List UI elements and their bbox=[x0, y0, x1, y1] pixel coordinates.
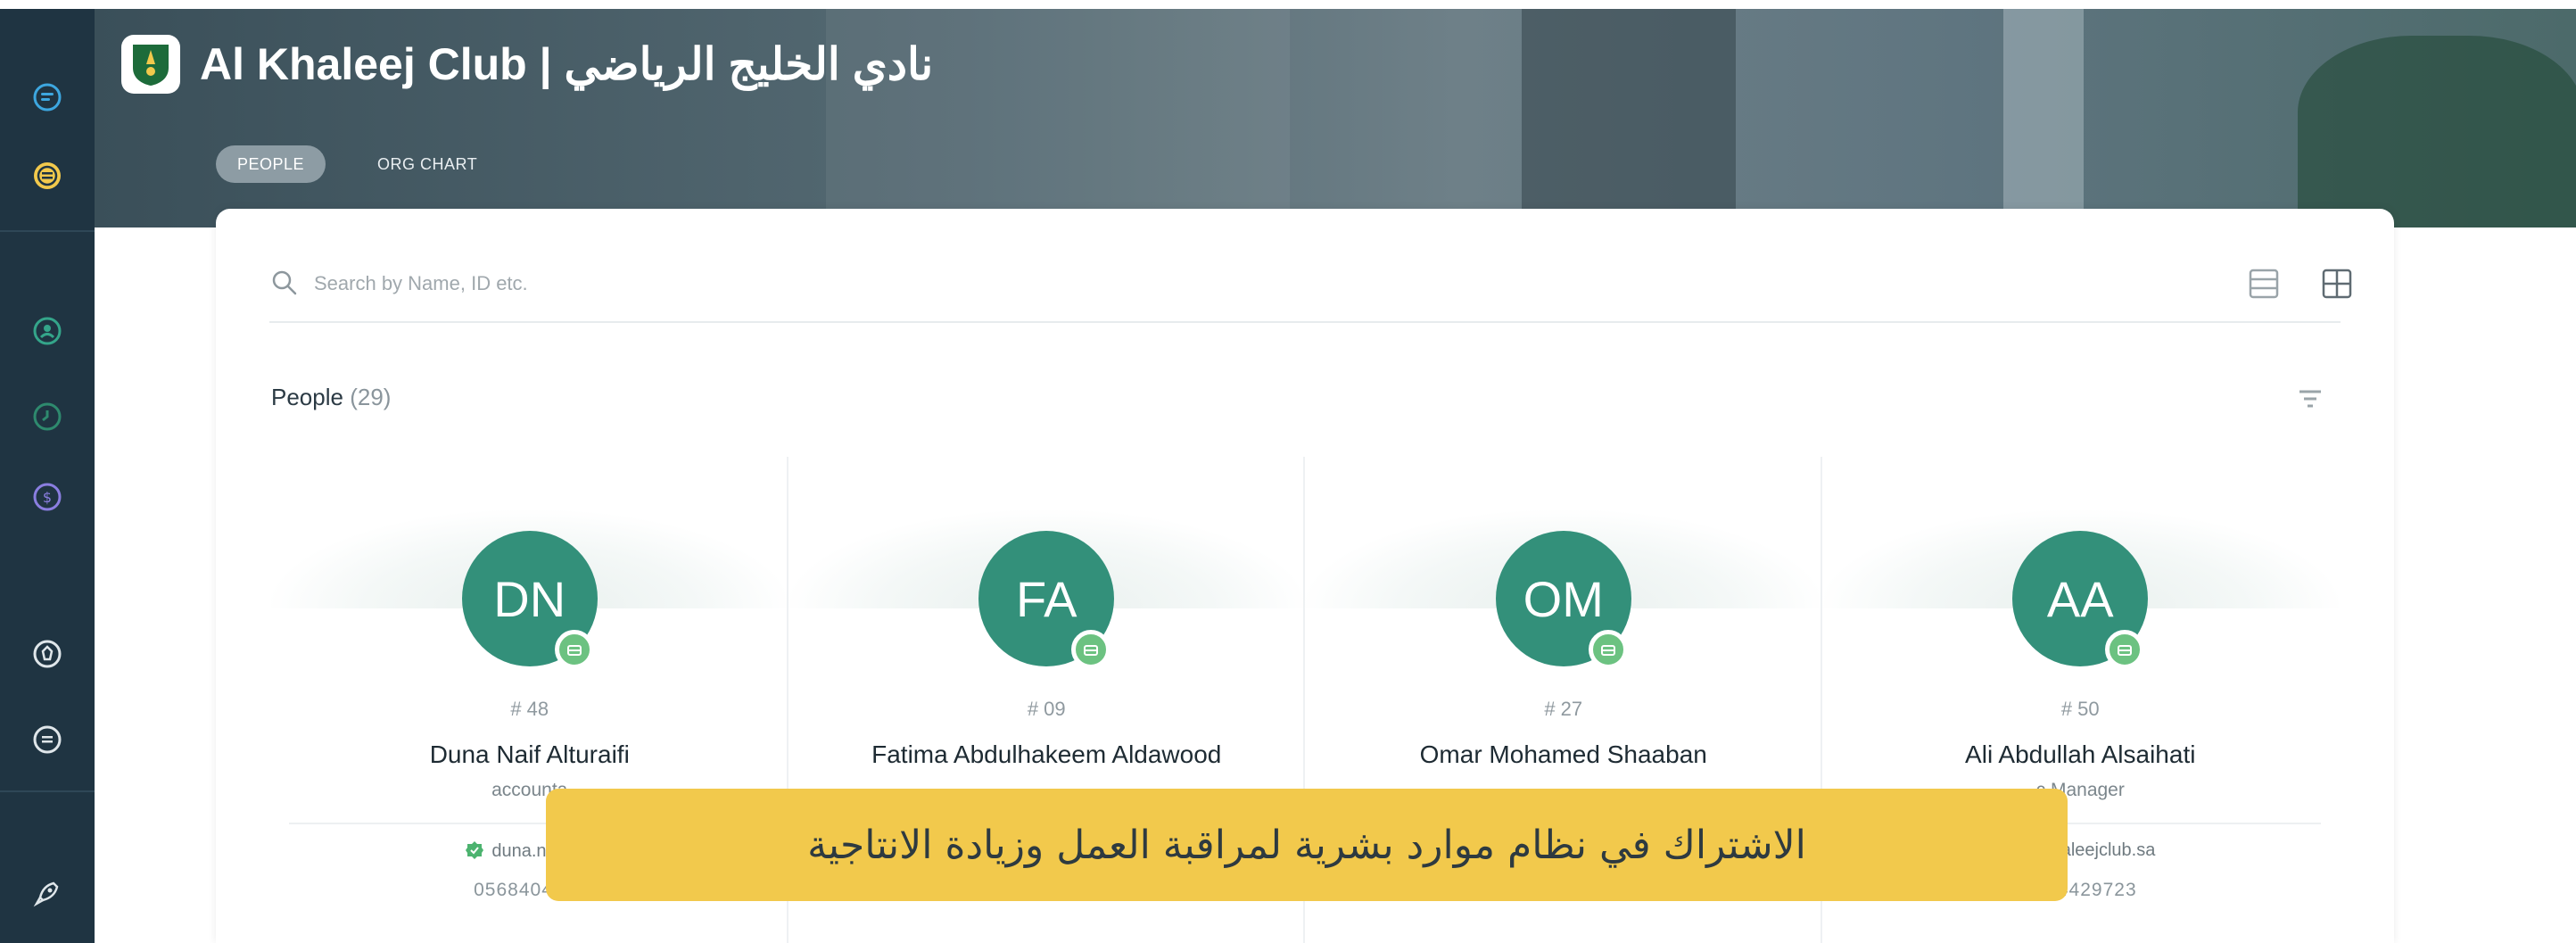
chat-icon[interactable] bbox=[32, 82, 62, 112]
briefcase-icon bbox=[2118, 645, 2133, 656]
page-tabs: PEOPLE ORG CHART bbox=[216, 145, 499, 183]
sidebar-rail: $ bbox=[0, 0, 95, 943]
club-logo-icon bbox=[121, 35, 180, 94]
tab-people[interactable]: PEOPLE bbox=[216, 145, 326, 183]
search-bar bbox=[269, 262, 2352, 323]
page-title: Al Khaleej Club | نادي الخليج الرياضي bbox=[121, 35, 934, 94]
banner-background bbox=[2298, 36, 2576, 227]
people-count: (29) bbox=[350, 384, 392, 410]
banner-background bbox=[1522, 9, 1736, 227]
document-icon[interactable] bbox=[32, 724, 62, 755]
club-name: Al Khaleej Club | نادي الخليج الرياضي bbox=[200, 39, 934, 89]
search-input[interactable] bbox=[314, 266, 1028, 302]
banner-top-edge bbox=[95, 0, 2576, 9]
grid-view-icon[interactable] bbox=[2319, 266, 2355, 302]
tab-org-chart[interactable]: ORG CHART bbox=[356, 145, 499, 183]
search-icon bbox=[272, 270, 297, 295]
employee-id: # 50 bbox=[2060, 698, 2100, 720]
banner-background bbox=[2003, 9, 2084, 227]
status-badge bbox=[2105, 630, 2145, 669]
people-heading: People (29) bbox=[271, 384, 391, 411]
rocket-icon[interactable] bbox=[32, 878, 62, 908]
badge-icon[interactable] bbox=[32, 639, 62, 669]
promo-banner[interactable]: الاشتراك في نظام موارد بشرية لمراقبة الع… bbox=[546, 789, 2068, 901]
employee-id: # 27 bbox=[1544, 698, 1583, 720]
briefcase-icon bbox=[1084, 645, 1099, 656]
employee-name[interactable]: Ali Abdullah Alsaihati bbox=[1822, 740, 2340, 769]
app-window: $ Al Khaleej Club | نادي الخليج الرياضي bbox=[0, 0, 2576, 943]
employee-name[interactable]: Duna Naif Alturaifi bbox=[271, 740, 788, 769]
briefcase-icon bbox=[566, 645, 582, 656]
rail-separator bbox=[0, 230, 95, 232]
employee-id: # 48 bbox=[510, 698, 549, 720]
filter-icon[interactable] bbox=[2294, 385, 2326, 412]
user-icon[interactable] bbox=[32, 316, 62, 346]
rail-separator bbox=[0, 790, 95, 792]
status-badge bbox=[554, 630, 594, 669]
employee-name[interactable]: Fatima Abdulhakeem Aldawood bbox=[788, 740, 1306, 769]
employee-id: # 09 bbox=[1027, 698, 1066, 720]
employee-name[interactable]: Omar Mohamed Shaaban bbox=[1305, 740, 1822, 769]
briefcase-icon bbox=[1600, 645, 1615, 656]
verified-check-icon bbox=[466, 841, 484, 859]
status-badge bbox=[1588, 630, 1628, 669]
list-icon[interactable] bbox=[32, 161, 62, 191]
svg-text:$: $ bbox=[43, 489, 52, 506]
clock-icon[interactable] bbox=[32, 401, 62, 432]
money-icon[interactable]: $ bbox=[32, 482, 62, 512]
list-view-icon[interactable] bbox=[2246, 266, 2282, 302]
status-badge bbox=[1071, 630, 1111, 669]
rail-top-strip bbox=[0, 0, 95, 9]
people-heading-label: People bbox=[271, 384, 343, 410]
header-banner bbox=[95, 0, 2576, 227]
